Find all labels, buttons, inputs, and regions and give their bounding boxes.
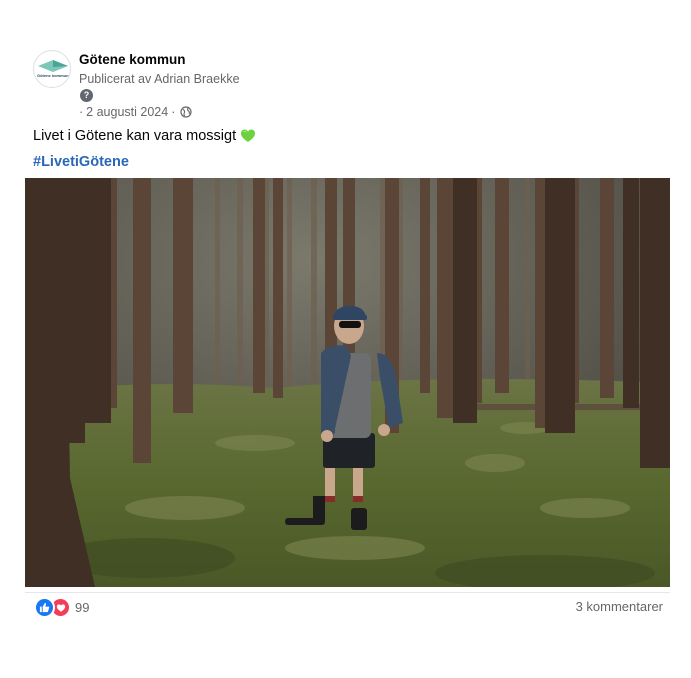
- avatar-logo-text: Götene kommun: [37, 73, 69, 78]
- date-suffix-dot: ·: [171, 105, 176, 119]
- logo-icon: [38, 60, 68, 72]
- reaction-count: 99: [75, 600, 90, 615]
- published-prefix: Publicerat av: [79, 72, 152, 86]
- post-meta: · 2 augusti 2024 ·: [79, 105, 192, 119]
- like-icon: [34, 597, 55, 618]
- globe-icon[interactable]: [180, 106, 192, 118]
- publisher-link[interactable]: Adrian Braekke: [154, 72, 239, 86]
- post-message: Livet i Götene kan vara mossigt: [33, 128, 256, 144]
- comments-link[interactable]: 3 kommentarer: [576, 599, 663, 614]
- page-avatar[interactable]: Götene kommun: [33, 50, 71, 88]
- published-by: Publicerat av Adrian Braekke: [79, 72, 240, 86]
- reactions-summary[interactable]: 99: [34, 597, 89, 618]
- post-date-link[interactable]: 2 augusti 2024: [86, 105, 168, 119]
- divider: [25, 592, 670, 593]
- date-prefix-dot: ·: [79, 105, 84, 119]
- green-heart-icon: [241, 129, 256, 142]
- hashtag-link[interactable]: #LivetiGötene: [33, 154, 129, 170]
- question-icon[interactable]: ?: [80, 89, 93, 102]
- post-text: Livet i Götene kan vara mossigt: [33, 128, 237, 144]
- facebook-post: Götene kommun Götene kommun Publicerat a…: [0, 0, 691, 678]
- post-photo[interactable]: [25, 178, 670, 587]
- page-name-link[interactable]: Götene kommun: [79, 52, 186, 67]
- forest-photo: [25, 178, 670, 587]
